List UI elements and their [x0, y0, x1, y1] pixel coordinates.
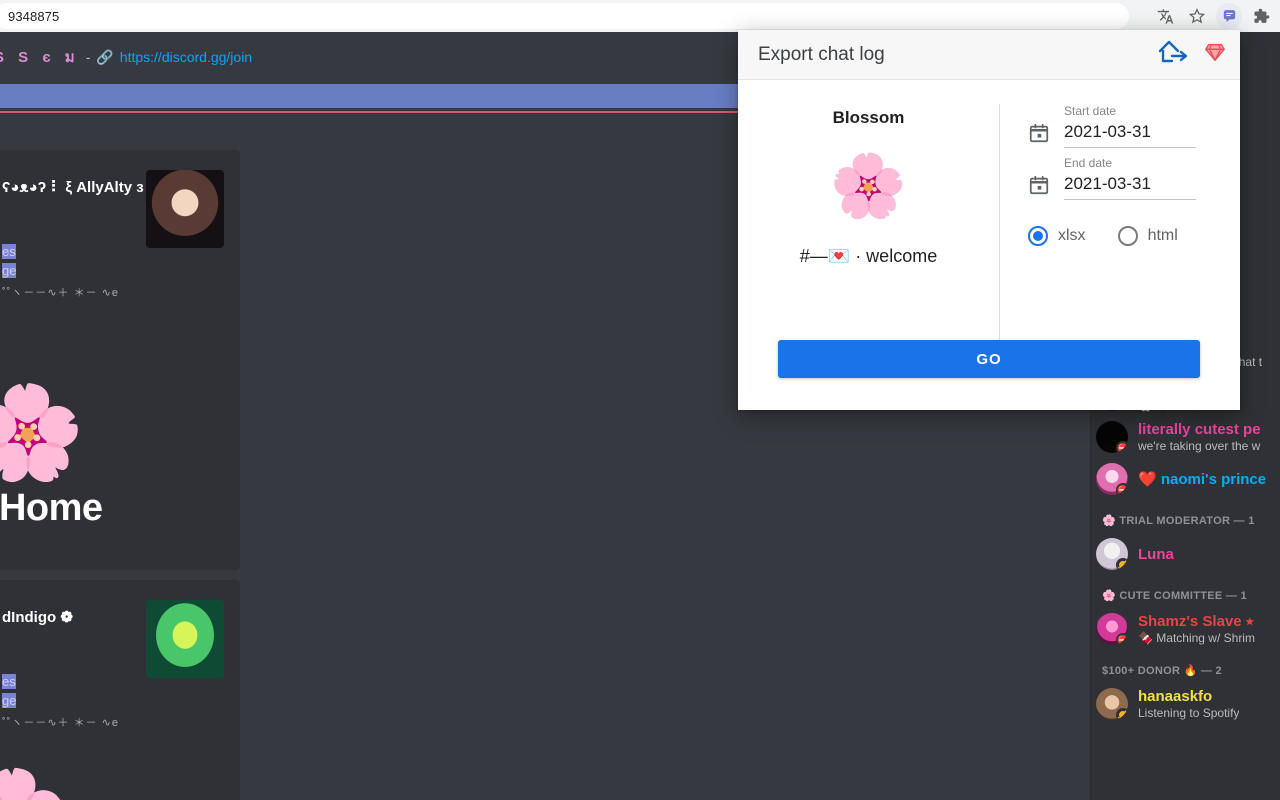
member-text: hanaaskfo Listening to Spotify [1138, 688, 1239, 720]
embed-links[interactable]: es ge [2, 672, 17, 710]
welcome-heading: me Home [0, 487, 103, 529]
avatar[interactable]: ⛔ [1096, 463, 1128, 495]
member-group-label: $100+ DONOR 🔥 — 2 [1102, 665, 1222, 677]
calendar-icon[interactable] [1028, 174, 1050, 196]
go-button[interactable]: GO [778, 340, 1200, 378]
start-date-label: Start date [1064, 104, 1117, 118]
member-name[interactable]: Shamz's Slave ⭒ [1138, 613, 1255, 630]
address-bar[interactable]: 9348875 [0, 3, 1129, 29]
browser-toolbar: 9348875 [0, 0, 1280, 32]
avatar[interactable]: ⛔ [1096, 613, 1128, 645]
browser-action-icons [1152, 0, 1274, 32]
member-group-label: 🌸 CUTE COMMITTEE — 1 [1102, 590, 1247, 602]
address-bar-text: 9348875 [8, 8, 60, 24]
avatar[interactable]: 🌙 [1096, 688, 1128, 720]
status-badge: ⛔ [1116, 483, 1128, 495]
status-badge: ⛔ [1116, 633, 1128, 645]
format-option-html[interactable]: html [1117, 226, 1178, 246]
member-list-item[interactable]: ⛔ ❤️ naomi's prince [1090, 458, 1280, 500]
member-name[interactable]: hanaaskfo [1138, 688, 1239, 705]
member-name[interactable]: ❤️ naomi's prince [1138, 470, 1266, 488]
format-radio-group: xlsx html [1028, 226, 1196, 246]
channel-name: #—💌 · welcome [799, 246, 938, 266]
member-status: we're taking over the w [1138, 439, 1261, 453]
end-date-field[interactable]: End date [1028, 156, 1196, 200]
member-name[interactable]: Luna [1138, 546, 1174, 563]
start-date-input[interactable] [1064, 120, 1196, 148]
member-group-label: 🌸 TRIAL MODERATOR — 1 [1102, 515, 1255, 527]
dialog-header-icons [1158, 39, 1226, 70]
format-option-xlsx[interactable]: xlsx [1028, 226, 1086, 246]
member-text: Shamz's Slave ⭒ 🍫 Matching w/ Shrim [1138, 613, 1255, 645]
radio-selected-icon[interactable] [1028, 226, 1048, 246]
bookmark-star-icon[interactable] [1184, 3, 1210, 29]
member-list-item[interactable]: 🌙 Luna [1090, 533, 1280, 575]
stylized-letters: S S є ม [0, 49, 80, 66]
status-badge: 🌙 [1116, 708, 1128, 720]
dialog-title: Export chat log [758, 43, 885, 65]
status-badge: 🌙 [1116, 558, 1128, 570]
blossom-emoji: 🌸 [0, 772, 70, 800]
server-blossom-icon: 🌸 [829, 152, 908, 221]
member-status: Listening to Spotify [1138, 706, 1240, 720]
end-date-label: End date [1064, 156, 1113, 170]
embed-title: ʕ◕ᴥ◕ʔ ⠇ ξ AllyAlty з [2, 179, 144, 196]
export-chat-log-dialog[interactable]: Export chat log Blossom 🌸 #—💌 · welcome … [738, 30, 1240, 410]
embed-links[interactable]: es ge [2, 242, 17, 280]
member-text: literally cutest pe we're taking over the… [1138, 421, 1261, 453]
dialog-footer: GO [738, 340, 1240, 378]
end-date-input[interactable] [1064, 172, 1196, 200]
message-url-row: S S є ม - 🔗 https://discord.gg/join [0, 44, 760, 70]
format-option-label: xlsx [1058, 227, 1086, 244]
avatar[interactable]: 🌙 [1096, 538, 1128, 570]
export-home-icon[interactable] [1158, 39, 1192, 70]
member-list-item[interactable]: ⛔ literally cutest pe we're taking over th… [1090, 416, 1280, 458]
server-name: Blossom [832, 108, 905, 127]
screen: S S є ม - 🔗 https://discord.gg/join ʕ◕ᴥ◕… [0, 0, 1280, 800]
link-chain-icon: 🔗 [96, 48, 114, 65]
translate-icon[interactable] [1152, 3, 1178, 29]
format-option-label: html [1147, 227, 1178, 244]
member-name[interactable]: literally cutest pe [1138, 421, 1261, 438]
dialog-header: Export chat log [738, 30, 1240, 80]
discord-chat-exporter-extension-icon[interactable] [1216, 3, 1242, 29]
dash-separator: - [85, 49, 91, 65]
member-text: Luna [1138, 546, 1174, 563]
member-list-item[interactable]: ⛔ Shamz's Slave ⭒ 🍫 Matching w/ Shrim [1090, 608, 1280, 650]
embed-decoration: ˚˚ヽ－－∿＋ ＊－ ∿е [2, 287, 119, 299]
dialog-source-panel: Blossom 🌸 #—💌 · welcome [738, 104, 1000, 340]
calendar-icon[interactable] [1028, 122, 1050, 144]
avatar[interactable]: ⛔ [1096, 421, 1128, 453]
dialog-options-panel: Start date End date [1000, 104, 1240, 340]
embed-decoration: ˚˚ヽ－－∿＋ ＊－ ∿е [2, 717, 119, 729]
dialog-body: Blossom 🌸 #—💌 · welcome Start date 2021-… [738, 80, 1240, 340]
status-badge: ⛔ [1116, 441, 1128, 453]
blossom-emoji: 🌸 [0, 382, 85, 484]
member-list-item[interactable]: 🌙 hanaaskfo Listening to Spotify [1090, 683, 1280, 725]
embed-thumbnail[interactable] [146, 600, 224, 678]
gem-premium-icon[interactable] [1204, 41, 1226, 68]
member-status: 🍫 Matching w/ Shrim [1138, 631, 1255, 645]
radio-unselected-icon[interactable] [1117, 226, 1138, 246]
extensions-puzzle-icon[interactable] [1248, 3, 1274, 29]
embed-thumbnail[interactable] [146, 170, 224, 248]
member-text: ❤️ naomi's prince [1138, 470, 1266, 488]
start-date-field[interactable]: Start date [1028, 104, 1196, 148]
embed-title: dIndigo ❁ [2, 609, 73, 626]
invite-url-link[interactable]: https://discord.gg/join [120, 49, 252, 65]
